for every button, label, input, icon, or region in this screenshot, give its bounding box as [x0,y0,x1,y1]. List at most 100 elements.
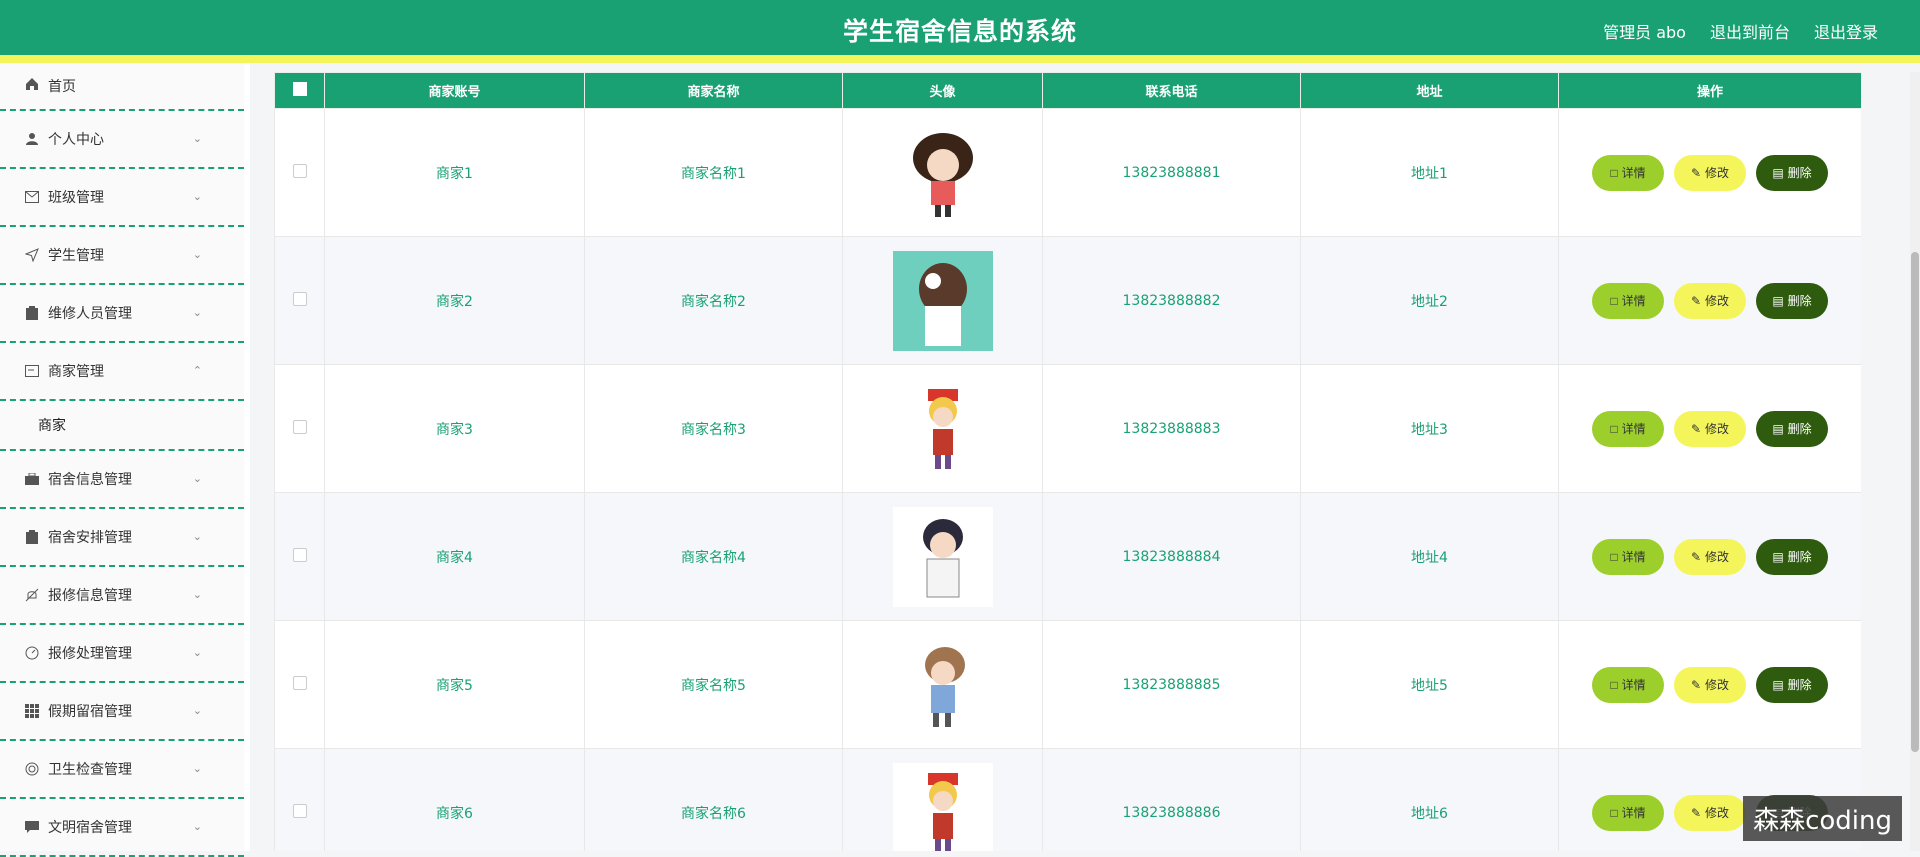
merchant-name-cell: 商家名称1 [585,109,843,237]
sidebar-item-label: 文明宿舍管理 [48,817,132,837]
clipboard-icon [22,529,42,545]
grid-icon [22,703,42,719]
table-row: 商家4 商家名称4 13823888884 地址4 □详情 ✎修改 [275,493,1862,621]
row-checkbox[interactable] [293,804,307,818]
sidebar-item-label: 卫生检查管理 [48,759,132,779]
sidebar-item-civil-dorm[interactable]: 文明宿舍管理 ⌄ [0,799,244,857]
sidebar-item-hygiene[interactable]: 卫生检查管理 ⌄ [0,741,244,799]
chat-icon [22,819,42,835]
sidebar-item-holiday-stay[interactable]: 假期留宿管理 ⌄ [0,683,244,741]
detail-button[interactable]: □详情 [1592,667,1664,703]
submenu-item-merchant[interactable]: 商家 [0,401,244,451]
delete-button[interactable]: ▤删除 [1756,667,1828,703]
row-checkbox[interactable] [293,420,307,434]
detail-button[interactable]: □详情 [1592,795,1664,831]
detail-button[interactable]: □详情 [1592,411,1664,447]
chevron-down-icon: ⌄ [193,248,202,261]
watermark: 森森coding [1743,796,1902,841]
sidebar-item-personal-center[interactable]: 个人中心 ⌄ [0,111,244,169]
edit-button[interactable]: ✎修改 [1674,411,1746,447]
sidebar-item-merchant[interactable]: 商家管理 ⌃ [0,343,244,401]
chevron-down-icon: ⌄ [193,762,202,775]
sidebar-item-repair-handle[interactable]: 报修处理管理 ⌄ [0,625,244,683]
table-row: 商家6 商家名称6 13823888886 地址6 [275,749,1862,852]
edit-button[interactable]: ✎修改 [1674,283,1746,319]
sidebar-item-repair-info[interactable]: 报修信息管理 ⌄ [0,567,244,625]
detail-button[interactable]: □详情 [1592,539,1664,575]
avatar [893,123,993,223]
phone-cell: 13823888884 [1043,493,1301,621]
delete-button[interactable]: ▤删除 [1756,155,1828,191]
sidebar-item-label: 学生管理 [48,245,104,265]
pencil-icon: ✎ [1691,550,1701,564]
home-icon [22,76,42,92]
chevron-down-icon: ⌄ [193,820,202,833]
delete-button[interactable]: ▤删除 [1756,411,1828,447]
phone-cell: 13823888885 [1043,621,1301,749]
address-cell: 地址4 [1301,493,1559,621]
table-row: 商家3 商家名称3 13823888883 地址3 [275,365,1862,493]
avatar [893,763,993,852]
sidebar-item-class[interactable]: 班级管理 ⌄ [0,169,244,227]
edit-button[interactable]: ✎修改 [1674,155,1746,191]
scrollbar-thumb[interactable] [1911,252,1919,752]
sidebar-item-label: 班级管理 [48,187,104,207]
sidebar-item-label: 首页 [48,76,76,96]
phone-cell: 13823888882 [1043,237,1301,365]
column-header: 地址 [1301,73,1559,109]
file-icon: □ [1610,166,1617,180]
back-to-front-link[interactable]: 退出到前台 [1710,19,1790,43]
address-cell: 地址5 [1301,621,1559,749]
trash-icon: ▤ [1772,678,1783,692]
file-icon: □ [1610,422,1617,436]
sidebar-item-label: 商家管理 [48,361,104,381]
merchant-account-cell: 商家5 [325,621,585,749]
clipboard-icon [22,305,42,321]
sidebar-item-label: 宿舍信息管理 [48,469,132,489]
phone-cell: 13823888883 [1043,365,1301,493]
user-icon [22,131,42,147]
column-header: 操作 [1559,73,1862,109]
edit-button[interactable]: ✎修改 [1674,795,1746,831]
row-checkbox[interactable] [293,548,307,562]
row-checkbox[interactable] [293,676,307,690]
edit-button[interactable]: ✎修改 [1674,539,1746,575]
detail-button[interactable]: □详情 [1592,283,1664,319]
address-cell: 地址2 [1301,237,1559,365]
select-all-checkbox[interactable] [293,82,307,96]
avatar [893,635,993,735]
sidebar-item-repairman[interactable]: 维修人员管理 ⌄ [0,285,244,343]
column-header: 联系电话 [1043,73,1301,109]
row-checkbox[interactable] [293,164,307,178]
detail-button[interactable]: □详情 [1592,155,1664,191]
avatar [893,507,993,607]
sidebar-item-dorm-arrange[interactable]: 宿舍安排管理 ⌄ [0,509,244,567]
sidebar-item-home[interactable]: 首页 [0,63,244,111]
row-checkbox[interactable] [293,292,307,306]
trash-icon: ▤ [1772,166,1783,180]
logout-link[interactable]: 退出登录 [1814,19,1878,43]
merchant-account-cell: 商家6 [325,749,585,852]
merchant-account-cell: 商家2 [325,237,585,365]
briefcase-icon [22,471,42,487]
sidebar-item-dorm-info[interactable]: 宿舍信息管理 ⌄ [0,451,244,509]
trash-icon: ▤ [1772,550,1783,564]
chevron-down-icon: ⌄ [193,472,202,485]
delete-button[interactable]: ▤删除 [1756,283,1828,319]
table-header-row: 商家账号 商家名称 头像 联系电话 地址 操作 [275,73,1862,109]
merchant-name-cell: 商家名称5 [585,621,843,749]
address-cell: 地址3 [1301,365,1559,493]
file-icon: □ [1610,550,1617,564]
trash-icon: ▤ [1772,422,1783,436]
top-header-bar: 学生宿舍信息的系统 管理员 abo 退出到前台 退出登录 [0,0,1920,63]
sidebar-item-label: 个人中心 [48,129,104,149]
gauge-icon [22,645,42,661]
edit-button[interactable]: ✎修改 [1674,667,1746,703]
merchant-account-cell: 商家1 [325,109,585,237]
delete-button[interactable]: ▤删除 [1756,539,1828,575]
sidebar-item-student[interactable]: 学生管理 ⌄ [0,227,244,285]
trash-icon: ▤ [1772,294,1783,308]
admin-user-label[interactable]: 管理员 abo [1603,19,1686,43]
vertical-scrollbar[interactable] [1910,72,1920,851]
phone-cell: 13823888881 [1043,109,1301,237]
